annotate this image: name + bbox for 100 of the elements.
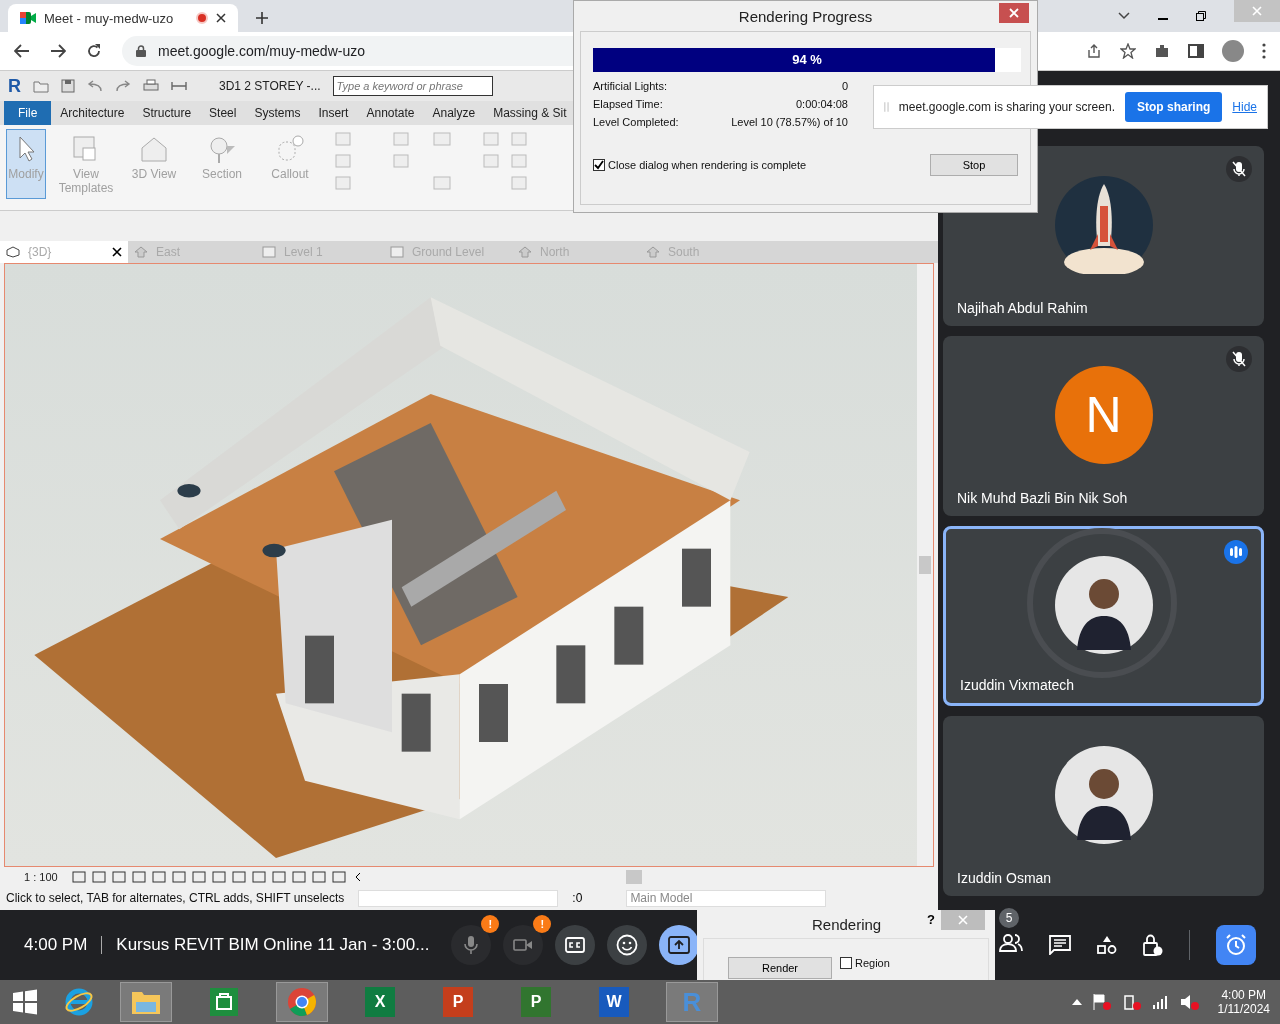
clock-time[interactable]: 4:00 PM xyxy=(1221,988,1267,1002)
worksets-count: :0 xyxy=(572,891,583,905)
measure-icon[interactable] xyxy=(171,81,187,91)
letter-avatar: N xyxy=(1054,366,1153,464)
close-icon xyxy=(1009,8,1019,18)
participant-tile[interactable]: Izuddin Vixmatech xyxy=(943,526,1264,706)
field-label: Elapsed Time: xyxy=(593,98,663,110)
field-label: Level Completed: xyxy=(593,116,679,128)
activities-button[interactable] xyxy=(1216,925,1256,965)
checkbox-label: Region xyxy=(855,957,890,969)
model-dropdown[interactable]: Main Model xyxy=(626,889,827,907)
participant-tile[interactable]: N Nik Muhd Bazli Bin Nik Soh xyxy=(943,336,1264,516)
undo-icon[interactable] xyxy=(87,80,103,92)
participant-name: Izuddin Osman xyxy=(957,870,1052,886)
stop-button[interactable]: Stop xyxy=(930,154,1018,176)
people-count: 5 xyxy=(999,908,1019,928)
ribbon-tab[interactable]: Analyze xyxy=(423,101,485,125)
taskbar-app[interactable]: P xyxy=(510,982,562,1022)
participant-name: Najihah Abdul Rahim xyxy=(957,300,1088,316)
close-icon[interactable] xyxy=(112,247,122,257)
app-icon: P xyxy=(443,987,473,1017)
shapes-icon[interactable] xyxy=(1097,935,1117,955)
taskbar-app[interactable]: W xyxy=(588,982,640,1022)
puzzle-icon[interactable] xyxy=(1154,43,1170,59)
participant-name: Nik Muhd Bazli Bin Nik Soh xyxy=(957,490,1128,506)
app-icon: P xyxy=(521,987,551,1017)
tray-arrow-icon[interactable] xyxy=(1071,999,1082,1005)
close-icon[interactable] xyxy=(216,13,226,23)
ribbon-tab[interactable]: File xyxy=(4,101,52,125)
ribbon-tab[interactable]: Steel xyxy=(200,101,246,125)
ribbon-tab[interactable]: Massing & Sit xyxy=(484,101,576,125)
chevron-down-icon[interactable] xyxy=(1118,12,1130,20)
lock-icon xyxy=(136,45,146,57)
lock-person-icon[interactable] xyxy=(1143,934,1163,956)
ribbon-tab[interactable]: Structure xyxy=(133,101,201,125)
star-icon[interactable] xyxy=(1120,43,1136,59)
flag-icon[interactable] xyxy=(1091,993,1112,1011)
present-button[interactable] xyxy=(659,925,700,965)
ribbon-tab[interactable]: Systems xyxy=(245,101,310,125)
captions-button[interactable] xyxy=(555,925,596,965)
checkbox[interactable] xyxy=(593,159,605,171)
render-button[interactable]: Render xyxy=(728,957,832,979)
start-icon[interactable] xyxy=(12,989,38,1015)
participant-tile[interactable]: Izuddin Osman xyxy=(943,716,1264,896)
emoji-button[interactable] xyxy=(607,925,648,965)
view-type-icon xyxy=(134,246,148,258)
clock-date[interactable]: 1/11/2024 xyxy=(1217,1002,1270,1016)
ribbon-tab[interactable]: Architecture xyxy=(51,101,134,125)
sidebar-icon[interactable] xyxy=(1188,44,1204,58)
share-icon[interactable] xyxy=(1086,43,1102,59)
folder-icon[interactable] xyxy=(33,79,49,93)
forward-icon[interactable] xyxy=(50,44,66,58)
new-tab-icon[interactable] xyxy=(256,12,268,24)
back-icon[interactable] xyxy=(14,44,30,58)
checkbox[interactable] xyxy=(840,957,852,969)
people-icon[interactable] xyxy=(999,934,1023,952)
menu-icon[interactable] xyxy=(1262,43,1266,59)
checkbox-label: Close dialog when rendering is complete xyxy=(608,159,807,171)
signal-icon[interactable] xyxy=(1151,995,1170,1009)
ribbon-tab[interactable]: Annotate xyxy=(357,101,424,125)
ribbon-tab[interactable]: Insert xyxy=(309,101,358,125)
power-icon[interactable] xyxy=(1121,993,1142,1011)
close-button[interactable] xyxy=(999,3,1029,23)
save-icon[interactable] xyxy=(61,79,75,93)
taskbar-app[interactable]: P xyxy=(432,982,484,1022)
app-logo[interactable]: R xyxy=(8,75,21,97)
close-icon xyxy=(958,915,968,925)
browser-e-icon[interactable] xyxy=(64,987,94,1017)
vertical-scrollbar[interactable] xyxy=(917,264,933,866)
app-icon: X xyxy=(365,987,395,1017)
redo-icon[interactable] xyxy=(115,80,131,92)
drag-handle-icon[interactable] xyxy=(884,101,889,113)
search-field[interactable]: Type a keyword or phrase xyxy=(332,76,493,96)
camera-icon xyxy=(513,938,534,952)
panel-title: Rendering xyxy=(812,915,882,933)
taskbar-app[interactable]: X xyxy=(354,982,406,1022)
project-title: 3D1 2 STOREY -... xyxy=(219,79,321,93)
camera-logo-icon xyxy=(20,11,36,25)
view-type-icon xyxy=(262,246,276,258)
taskbar-app[interactable] xyxy=(276,982,328,1022)
field-label: Artificial Lights: xyxy=(593,80,667,92)
chat-icon[interactable] xyxy=(1049,935,1071,955)
microphone-button[interactable] xyxy=(451,925,492,965)
check-icon xyxy=(594,160,604,170)
browser-tab[interactable]: Meet - muy-medw-uzo xyxy=(8,4,238,32)
hide-link[interactable]: Hide xyxy=(1232,100,1257,114)
camera-button[interactable] xyxy=(503,925,544,965)
field-value: 0:00:04:08 xyxy=(796,98,848,110)
volume-icon[interactable] xyxy=(1179,993,1200,1011)
participant-name: Izuddin Vixmatech xyxy=(960,677,1075,693)
reload-icon[interactable] xyxy=(86,43,102,59)
printer-icon[interactable] xyxy=(143,79,159,93)
taskbar-app[interactable] xyxy=(120,982,172,1022)
profile-avatar[interactable] xyxy=(1222,40,1244,62)
help-button[interactable]: ? xyxy=(927,912,935,927)
meeting-time: 4:00 PM xyxy=(24,935,88,955)
restore-icon[interactable] xyxy=(1196,11,1206,21)
view-scale[interactable]: 1 : 100 xyxy=(24,871,58,883)
meeting-title: Kursus REVIT BIM Online 11 Jan - 3:00... xyxy=(116,935,430,955)
stop-sharing-button[interactable]: Stop sharing xyxy=(1124,92,1223,122)
